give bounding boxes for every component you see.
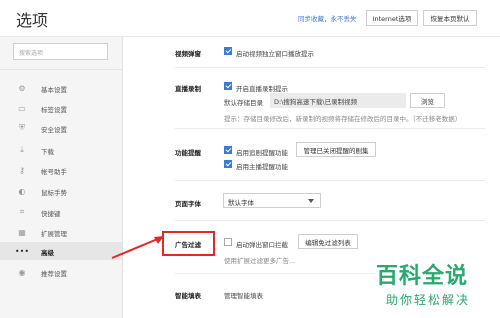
manage-smart-fill-link[interactable]: 管理智能填表 <box>224 290 263 300</box>
page-font-label: 页面字体 <box>175 200 201 208</box>
streamer-reminder-checkbox[interactable] <box>224 160 232 168</box>
puzzle-icon: ▦ <box>18 227 26 237</box>
watermark-title: 百科全说 <box>376 264 469 289</box>
sidebar-item-shortcuts[interactable]: ⌗ 快捷键 <box>0 203 122 221</box>
feature-reminder-label: 功能提醒 <box>175 149 201 157</box>
video-popup-option: 启动视频独立窗口播放提示 <box>236 50 314 58</box>
sidebar-item-label: 快捷键 <box>41 210 61 218</box>
sidebar-item-label: 扩展管理 <box>41 230 67 238</box>
page-title: 选项 <box>16 11 49 30</box>
more-icon: ••• <box>14 246 30 256</box>
sidebar-item-account[interactable]: ⚷ 帐号助手 <box>0 161 122 179</box>
sidebar-item-label: 标签设置 <box>41 106 67 114</box>
restore-defaults-button[interactable]: 恢复本页默认 <box>423 10 477 26</box>
popup-block-checkbox[interactable] <box>224 238 232 246</box>
sidebar-divider <box>0 69 122 70</box>
chevron-down-icon <box>308 199 314 203</box>
recommend-icon: ◉ <box>18 267 26 277</box>
divider <box>175 67 485 68</box>
sidebar-item-label: 高级 <box>41 249 54 257</box>
sidebar-item-download[interactable]: ⤓ 下载 <box>0 141 122 159</box>
divider <box>175 220 485 221</box>
browse-button[interactable]: 浏览 <box>410 93 445 108</box>
sidebar-item-label: 基本设置 <box>41 86 67 94</box>
internet-options-button[interactable]: Internet选项 <box>366 10 418 26</box>
live-record-checkbox[interactable] <box>224 82 232 90</box>
live-record-option: 开启直播录制提示 <box>236 85 288 93</box>
sidebar-item-label: 下载 <box>41 148 54 156</box>
watermark-subtitle: 助你轻松解决 <box>386 293 471 307</box>
search-input[interactable]: 搜索选项 <box>13 43 108 60</box>
sidebar-item-label: 安全设置 <box>41 126 67 134</box>
sidebar-item-security[interactable]: ⛨ 安全设置 <box>0 119 122 137</box>
sidebar-item-label: 推荐设置 <box>41 270 67 278</box>
shortcut-icon: ⌗ <box>19 207 25 216</box>
drama-reminder-option: 启用追剧提醒功能 <box>236 149 288 157</box>
sidebar-item-tabs[interactable]: ▭ 标签设置 <box>0 99 122 117</box>
sidebar-item-extensions[interactable]: ▦ 扩展管理 <box>0 223 122 241</box>
default-dir-field[interactable]: D:\搜狗高速下载\已录制视频 <box>270 93 406 108</box>
sidebar-item-recommended[interactable]: ◉ 推荐设置 <box>0 263 122 281</box>
smart-fill-label: 智能填表 <box>175 292 201 300</box>
live-record-label: 直播录制 <box>175 85 201 93</box>
header-bar: 选项 同步收藏，永不丢失 Internet选项 恢复本页默认 <box>0 0 500 37</box>
ad-filter-label: 广告过滤 <box>175 241 201 249</box>
shield-icon: ⛨ <box>19 123 25 132</box>
default-dir-label: 默认存储目录 <box>224 99 263 107</box>
font-select[interactable]: 默认字体 <box>223 193 321 208</box>
sidebar-item-label: 帐号助手 <box>41 168 67 176</box>
mouse-icon: ◐ <box>18 186 26 196</box>
edit-whitelist-button[interactable]: 编辑免过滤列表 <box>298 234 358 249</box>
live-record-hint: 提示：存储目录修改后，新录制的视频将存储在修改后的目录中。（不迁移老数据） <box>224 115 462 123</box>
key-icon: ⚷ <box>19 165 25 175</box>
manage-closed-reminders-button[interactable]: 管理已关闭提醒的剧集 <box>296 142 376 157</box>
divider <box>175 273 375 274</box>
sidebar: 搜索选项 ⚙ 基本设置 ▭ 标签设置 ⛨ 安全设置 ⤓ 下载 ⚷ 帐号助手 ◐ … <box>0 37 123 318</box>
drama-reminder-checkbox[interactable] <box>224 146 232 154</box>
sidebar-item-basic[interactable]: ⚙ 基本设置 <box>0 79 122 97</box>
tab-icon: ▭ <box>18 103 26 113</box>
font-select-value: 默认字体 <box>228 199 254 207</box>
divider <box>175 180 485 181</box>
sync-link[interactable]: 同步收藏，永不丢失 <box>298 13 357 23</box>
download-icon: ⤓ <box>20 145 24 154</box>
video-popup-label: 视频弹窗 <box>175 50 201 58</box>
sidebar-item-advanced[interactable]: ••• 高级 <box>0 242 122 260</box>
gear-icon: ⚙ <box>18 83 26 93</box>
video-popup-checkbox[interactable] <box>224 47 232 55</box>
sidebar-item-label: 鼠标手势 <box>41 189 67 197</box>
streamer-reminder-option: 启用主播提醒功能 <box>236 163 288 171</box>
arrow-icon <box>111 236 164 259</box>
sidebar-item-mouse-gesture[interactable]: ◐ 鼠标手势 <box>0 182 122 200</box>
divider <box>175 128 485 129</box>
extension-filter-link[interactable]: 使用扩展过滤更多广告... <box>224 255 295 265</box>
popup-block-option: 启动弹出窗口拦截 <box>236 241 288 249</box>
